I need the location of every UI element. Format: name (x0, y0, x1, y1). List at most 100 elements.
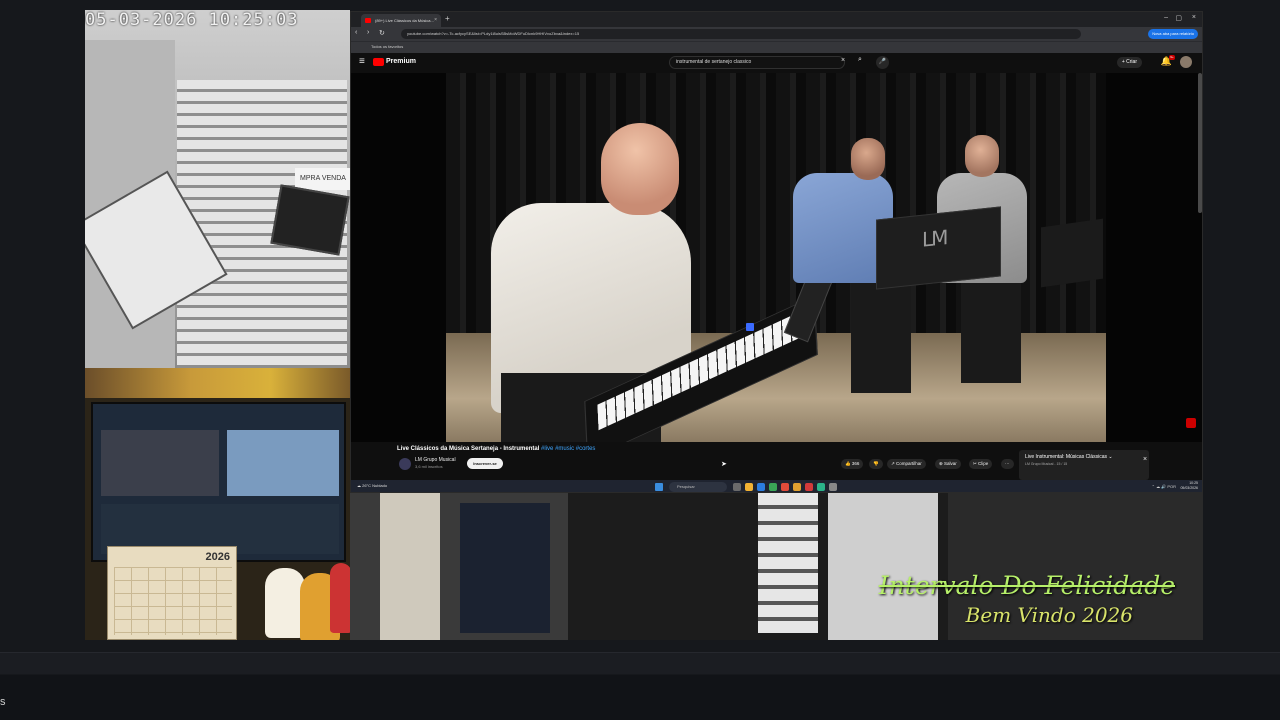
figurine (265, 568, 305, 638)
clip-button[interactable]: ✂ Clipe (969, 459, 993, 469)
taskbar-search[interactable]: Pesquisar (669, 482, 727, 492)
app-icon[interactable] (769, 483, 777, 491)
address-bar[interactable]: youtube.com/watch?v=-Tc-acfycySE&list=PL… (401, 29, 1081, 39)
playlist-title[interactable]: Live Instrumental: Músicas Clássicas ⌄ (1025, 454, 1113, 460)
browser-window: (89+) Live Clássicos da Música... × + – … (350, 11, 1203, 493)
calendar-year: 2026 (205, 551, 230, 563)
channel-avatar[interactable] (399, 458, 411, 470)
extension-button[interactable]: Nova aba para relatório (1148, 29, 1198, 39)
wall-calendar: 2026 (107, 546, 237, 640)
youtube-header: ≡ Premium instrumental de sertanejo clas… (351, 53, 1202, 73)
trumpeter-head (965, 135, 999, 177)
trumpeter-legs (961, 283, 1021, 383)
windows-taskbar: ☁ 26°C Nublado Pesquisar ⌃ ☁ 🔊 POR 10:25… (351, 480, 1202, 492)
figurine (330, 563, 350, 633)
back-button[interactable]: ‹ (355, 29, 357, 36)
saxophonist-legs (851, 283, 911, 393)
youtube-logo-icon[interactable] (373, 58, 384, 66)
create-button[interactable]: + Criar (1116, 57, 1142, 68)
bottom-label: s (0, 696, 6, 708)
overlay-subtitle: Bem Vindo 2026 (965, 603, 1133, 627)
saxophonist-head (851, 138, 885, 180)
forward-button[interactable]: › (367, 29, 369, 36)
app-icon[interactable] (805, 483, 813, 491)
bookmarks-bar: Todos os favoritos (351, 41, 1202, 53)
subscriber-count: 3,6 mil inscritos (415, 464, 443, 469)
stream-canvas: MPRA VENDA 05-03-2026 10:25:03 2026 Inte… (0, 0, 1280, 720)
playlist-panel[interactable]: Live Instrumental: Músicas Clássicas ⌄ L… (1019, 450, 1149, 480)
weather-widget[interactable]: ☁ 26°C Nublado (357, 483, 387, 488)
clear-search-icon[interactable]: × (841, 57, 845, 64)
music-stand: LM (876, 206, 1001, 290)
room-camera-feed (350, 493, 568, 640)
search-input[interactable]: instrumental de sertanejo classico (669, 56, 845, 69)
search-icon[interactable]: ⌕ (853, 56, 867, 69)
clock-date: 05/03/2026 (1180, 486, 1198, 490)
more-actions-button[interactable]: ⋯ (1001, 459, 1014, 469)
desk-monitor (91, 402, 346, 562)
notification-badge: 9+ (1169, 55, 1175, 60)
like-button[interactable]: 👍 366 (841, 459, 864, 469)
tab-youtube[interactable]: (89+) Live Clássicos da Música... × (361, 14, 441, 27)
calendar-grid (114, 567, 232, 635)
overlay-title: Intervalo Do Felicidade (878, 571, 1175, 600)
dislike-button[interactable]: 👎 (869, 459, 883, 469)
close-tab-icon[interactable]: × (434, 17, 437, 23)
video-title: Live Clássicos da Música Sertaneja - Ins… (397, 446, 595, 452)
video-title-text: Live Clássicos da Música Sertaneja - Ins… (397, 446, 540, 452)
app-bottom-strip (0, 675, 1280, 720)
maximize-button[interactable]: ▢ (1175, 14, 1182, 22)
pianist-head (601, 123, 679, 215)
window-grille (758, 493, 818, 633)
page-scrollbar[interactable] (1198, 73, 1202, 213)
app-icon[interactable] (793, 483, 801, 491)
bright-window (828, 493, 938, 640)
playlist-subtitle: LM Grupo Musical - 15 / 15 (1025, 462, 1068, 466)
video-hashtags[interactable]: #live #music #cortes (539, 446, 595, 452)
close-window-button[interactable]: × (1192, 14, 1196, 21)
desk-camera-feed: 2026 (85, 368, 350, 640)
subscribe-button[interactable]: Inscrever-se (467, 458, 503, 469)
share-button[interactable]: ↗ Compartilhar (887, 459, 926, 469)
room-screen (460, 503, 550, 633)
street-camera-feed: MPRA VENDA 05-03-2026 10:25:03 (85, 10, 350, 368)
tablet-overlay (270, 184, 350, 256)
youtube-brand[interactable]: Premium (386, 58, 416, 65)
app-icon[interactable] (817, 483, 825, 491)
address-toolbar: ‹ › ↻ youtube.com/watch?v=-Tc-acfycySE&l… (351, 27, 1202, 41)
minimize-button[interactable]: – (1164, 14, 1168, 21)
folder-icon[interactable] (745, 483, 753, 491)
bookmark-item[interactable]: Todos os favoritos (371, 44, 403, 49)
tab-title: (89+) Live Clássicos da Música... (375, 18, 434, 23)
menu-icon[interactable]: ≡ (359, 56, 365, 67)
system-tray[interactable]: ⌃ ☁ 🔊 POR (1152, 484, 1176, 489)
monitor-video-tile (101, 430, 219, 496)
edge-icon[interactable] (757, 483, 765, 491)
taskbar-clock[interactable]: 10:25 05/03/2026 (1180, 481, 1198, 491)
save-button[interactable]: ⊕ Salvar (935, 459, 961, 469)
window-camera-feed: Intervalo Do Felicidade Bem Vindo 2026 (568, 493, 1203, 640)
video-player[interactable]: LM (351, 73, 1202, 442)
settings-icon[interactable] (829, 483, 837, 491)
close-playlist-icon[interactable]: × (1143, 456, 1147, 463)
channel-name[interactable]: LM Grupo Musical (415, 457, 456, 463)
bookshelf (85, 368, 350, 398)
app-bottom-bar (0, 652, 1280, 674)
keyboard-light (746, 323, 754, 331)
avatar[interactable] (1180, 56, 1192, 68)
camera-timestamp: 05-03-2026 10:25:03 (85, 10, 299, 30)
chrome-icon[interactable] (781, 483, 789, 491)
reload-button[interactable]: ↻ (379, 29, 385, 37)
shop-sign: MPRA VENDA (295, 168, 350, 190)
channel-watermark-icon (1186, 418, 1196, 428)
monitor-video-tile (227, 430, 339, 496)
mic-icon[interactable]: 🎤 (876, 56, 889, 69)
youtube-favicon-icon (365, 18, 371, 23)
stand-logo: LM (922, 225, 947, 252)
music-stand (1041, 218, 1103, 288)
new-tab-button[interactable]: + (445, 14, 450, 23)
mouse-cursor-icon: ➤ (721, 461, 727, 468)
app-icon[interactable] (733, 483, 741, 491)
start-icon[interactable] (655, 483, 663, 491)
room-column (380, 493, 440, 640)
